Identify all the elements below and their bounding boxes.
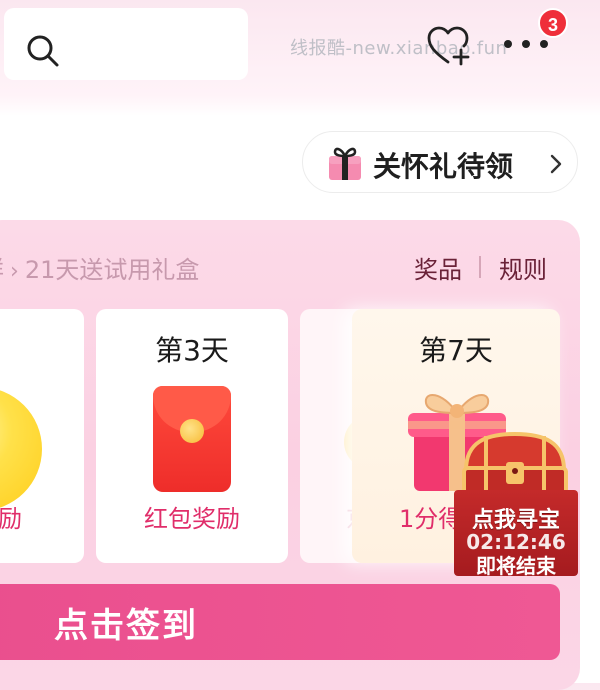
breadcrumb: 祥›21天送试用礼盒: [0, 250, 199, 285]
search-icon: [27, 35, 59, 67]
red-envelope-icon: [153, 386, 231, 492]
breadcrumb-separator-icon: ›: [10, 259, 19, 284]
coin-icon: [0, 387, 42, 511]
treasure-widget[interactable]: 点我寻宝 02:12:46 即将结束: [452, 430, 578, 578]
day-title: 天: [0, 329, 70, 369]
checkin-button[interactable]: 点击签到: [0, 584, 560, 660]
search-box[interactable]: [4, 8, 248, 80]
day-reward: 奖励: [0, 505, 22, 533]
day-title: 第3天: [155, 334, 229, 367]
top-bar: 线报酷-new.xianbao.fun 3: [0, 0, 600, 104]
more-icon[interactable]: [502, 37, 550, 51]
treasure-ending-text: 即将结束: [476, 554, 556, 576]
checkin-button-label: 点击签到: [54, 606, 198, 646]
watermark-text: 线报酷-new.xianbao.fun: [290, 38, 508, 59]
day-card[interactable]: 天 奖励: [0, 309, 84, 563]
day-title: 第7天: [419, 334, 493, 367]
notification-badge: 3: [538, 8, 568, 38]
day-card[interactable]: 第3天 红包奖励: [96, 309, 288, 563]
breadcrumb-current: 21天送试用礼盒: [24, 256, 200, 284]
gift-icon: [329, 147, 361, 180]
care-gift-label: 关怀礼待领: [373, 150, 514, 183]
rules-link[interactable]: 规则: [499, 250, 547, 285]
heart-plus-icon[interactable]: [426, 24, 472, 68]
care-gift-button[interactable]: 关怀礼待领: [302, 131, 578, 193]
breadcrumb-prev[interactable]: 祥: [0, 256, 4, 284]
prizes-link[interactable]: 奖品: [414, 250, 462, 285]
chevron-right-icon: [550, 154, 562, 174]
day-reward: 红包奖励: [144, 505, 240, 533]
treasure-panel: 点我寻宝 02:12:46 即将结束: [454, 490, 578, 576]
link-divider: [479, 256, 481, 278]
